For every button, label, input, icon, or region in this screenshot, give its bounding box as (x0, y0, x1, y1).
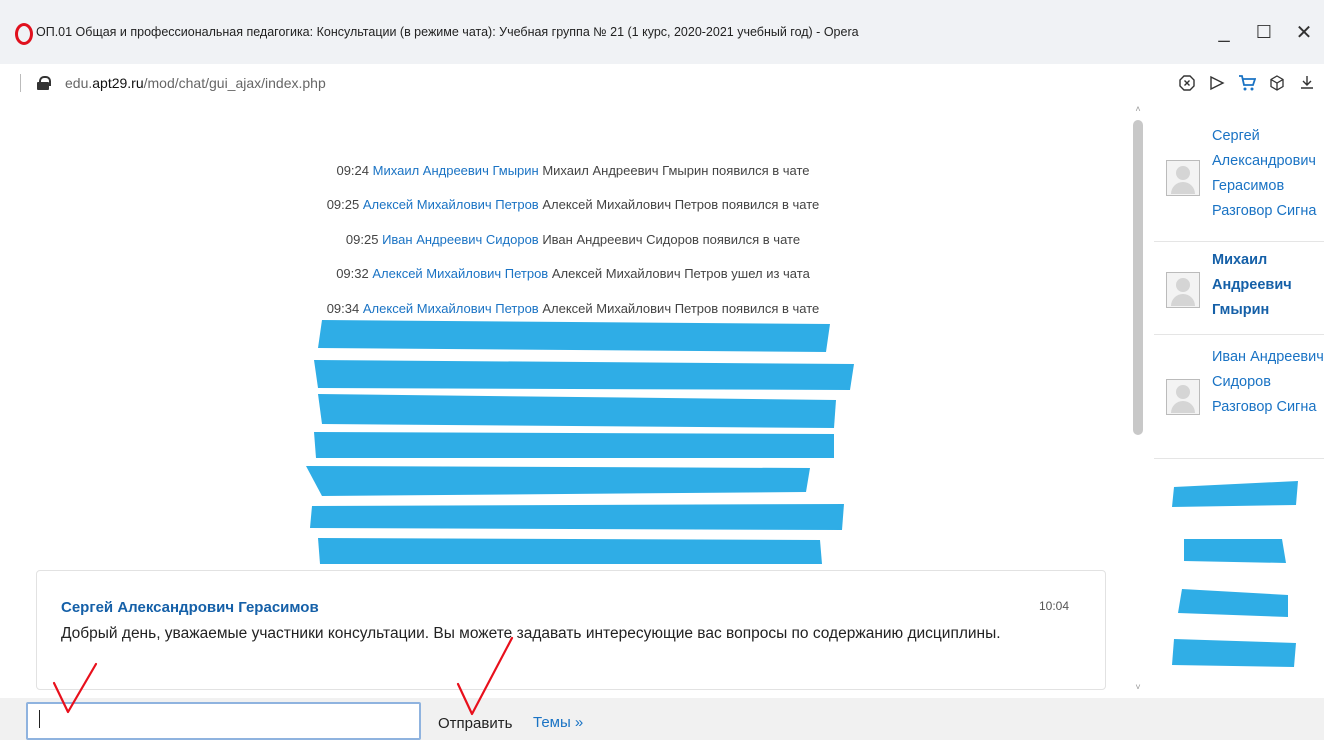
url-text[interactable]: edu.apt29.ru/mod/chat/gui_ajax/index.php (65, 75, 326, 91)
system-message: 09:24 Михаил Андреевич Гмырин Михаил Анд… (0, 154, 1146, 188)
system-message: 09:34 Алексей Михайлович Петров Алексей … (0, 292, 1146, 326)
opera-logo-icon (14, 22, 33, 45)
avatar (1166, 379, 1200, 415)
message-text: Алексей Михайлович Петров появился в чат… (538, 197, 820, 213)
message-text: Иван Андреевич Сидоров появился в чате (538, 231, 801, 247)
message-time: 09:32 (336, 266, 369, 282)
cart-icon[interactable] (1238, 74, 1256, 92)
message-time: 09:25 (345, 231, 379, 247)
message-input[interactable] (26, 702, 421, 740)
avatar (1166, 272, 1200, 308)
message-input-bar: Отправить Темы » (0, 698, 1324, 740)
message-time: 09:34 (326, 300, 360, 316)
minimize-button[interactable]: _ (1204, 18, 1244, 46)
user-list-item[interactable]: Иван Андреевич Сидоров Разговор Сигна (1154, 335, 1324, 459)
user-list-item[interactable]: Сергей Александрович Герасимов Разговор … (1154, 110, 1324, 242)
window-title: ОП.01 Общая и профессиональная педагогик… (36, 25, 859, 39)
message-time: 09:24 (336, 163, 370, 178)
user-link[interactable]: Алексей Михайлович Петров (363, 197, 539, 212)
user-name[interactable]: Иван Андреевич Сидоров Разговор Сигна (1212, 345, 1324, 420)
message-time: 09:25 (326, 197, 360, 213)
user-redaction-scribbles (1172, 481, 1298, 667)
window-titlebar: ОП.01 Общая и профессиональная педагогик… (0, 0, 1324, 64)
scroll-down-icon[interactable]: ˅ (1133, 682, 1143, 692)
chat-message-card: Сергей Александрович Герасимов 10:04 Доб… (36, 570, 1106, 690)
message-author[interactable]: Сергей Александрович Герасимов (61, 599, 319, 616)
user-name[interactable]: Михаил Андреевич Гмырин (1212, 248, 1324, 323)
user-link[interactable]: Алексей Михайлович Петров (363, 301, 539, 316)
themes-link[interactable]: Темы » (533, 714, 583, 731)
user-link[interactable]: Михаил Андреевич Гмырин (373, 163, 539, 178)
adblock-icon[interactable] (1178, 74, 1196, 92)
url-prefix: edu. (65, 75, 93, 91)
chat-messages-area: 09:24 Михаил Андреевич Гмырин Михаил Анд… (0, 102, 1146, 698)
user-link[interactable]: Алексей Михайлович Петров (372, 266, 548, 281)
system-message: 09:25 Алексей Михайлович Петров Алексей … (0, 188, 1146, 222)
message-text: Алексей Михайлович Петров ушел из чата (548, 266, 810, 282)
close-button[interactable]: ✕ (1284, 18, 1324, 46)
chat-scrollbar[interactable]: ˄ ˅ (1130, 102, 1146, 698)
message-text: Михаил Андреевич Гмырин появился в чате (538, 163, 810, 178)
user-list: Сергей Александрович Герасимов Разговор … (1154, 110, 1324, 698)
url-domain: apt29.ru (92, 75, 144, 91)
user-link[interactable]: Иван Андреевич Сидоров (382, 232, 539, 247)
download-icon[interactable] (1298, 74, 1316, 92)
system-message: 09:25 Иван Андреевич Сидоров Иван Андрее… (0, 223, 1146, 257)
user-name[interactable]: Сергей Александрович Герасимов Разговор … (1212, 124, 1324, 224)
message-timestamp: 10:04 (1038, 599, 1069, 613)
message-body: Добрый день, уважаемые участники консуль… (61, 625, 1001, 642)
send-button[interactable]: Отправить (430, 710, 520, 736)
system-messages-list: 09:24 Михаил Андреевич Гмырин Михаил Анд… (0, 154, 1146, 326)
scrollbar-thumb[interactable] (1133, 120, 1143, 435)
user-list-item[interactable]: Михаил Андреевич Гмырин (1154, 242, 1324, 335)
url-path: /mod/chat/gui_ajax/index.php (143, 75, 326, 91)
box-icon[interactable] (1268, 74, 1286, 92)
address-bar[interactable]: edu.apt29.ru/mod/chat/gui_ajax/index.php (0, 66, 1324, 100)
system-message: 09:32 Алексей Михайлович Петров Алексей … (0, 257, 1146, 291)
lock-icon[interactable] (37, 76, 51, 90)
avatar (1166, 160, 1200, 196)
send-tab-icon[interactable] (1208, 74, 1226, 92)
maximize-button[interactable]: ☐ (1244, 18, 1284, 46)
address-divider (20, 74, 21, 92)
scroll-up-icon[interactable]: ˄ (1133, 104, 1143, 114)
message-text: Алексей Михайлович Петров появился в чат… (538, 300, 820, 316)
text-caret (39, 710, 40, 728)
